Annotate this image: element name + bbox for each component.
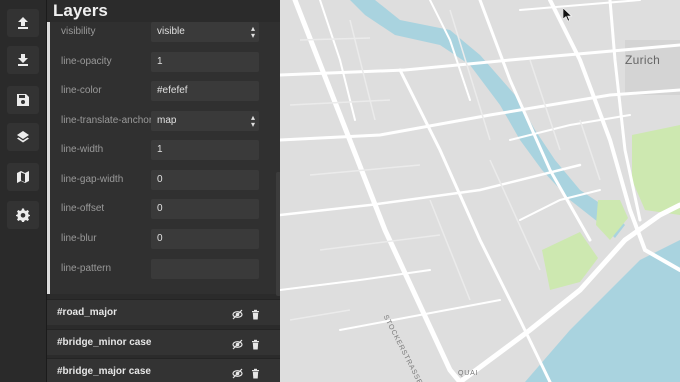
property-label: line-gap-width [61, 174, 124, 185]
settings-button[interactable] [7, 201, 39, 229]
property-label: line-translate-anchor [61, 115, 153, 126]
property-label: line-blur [61, 233, 97, 244]
street-label: QUAI [458, 370, 479, 377]
property-label: visibility [61, 26, 96, 37]
map-icon [17, 171, 29, 183]
layer-properties: visibility visible ▴ ▾ line-opacity 1 lin… [47, 22, 280, 296]
line-gap-width-input[interactable]: 0 [151, 170, 259, 190]
select-arrows-icon: ▴ ▾ [250, 24, 255, 40]
line-translate-anchor-select[interactable]: map ▴ ▾ [151, 111, 259, 131]
layer-item[interactable]: #bridge_major case [47, 358, 280, 382]
line-blur-input[interactable]: 0 [151, 229, 259, 249]
layer-name: #bridge_major case [57, 366, 151, 377]
toolbar [0, 0, 47, 382]
layer-name: #road_major [57, 307, 118, 318]
layer-item[interactable]: #road_major [47, 299, 280, 325]
property-visibility: visibility visible ▴ ▾ [50, 22, 276, 44]
property-line-translate-anchor: line-translate-anchor map ▴ ▾ [50, 111, 276, 133]
trash-icon[interactable] [250, 366, 261, 379]
layer-name: #bridge_minor case [57, 337, 152, 348]
layer-item[interactable]: #bridge_minor case [47, 329, 280, 355]
line-opacity-input[interactable]: 1 [151, 52, 259, 72]
download-icon [18, 54, 28, 66]
select-arrows-icon: ▴ ▾ [250, 113, 255, 129]
property-label: line-pattern [61, 263, 112, 274]
layers-panel: Layers visibility visible ▴ ▾ line-opacit… [47, 0, 280, 382]
gear-icon [16, 208, 30, 222]
select-value: visible [157, 26, 185, 37]
line-width-input[interactable]: 1 [151, 140, 259, 160]
save-button[interactable] [7, 86, 39, 114]
save-icon [17, 94, 29, 106]
property-line-color: line-color #efefef [50, 81, 276, 103]
city-label: Zurich [625, 53, 661, 67]
eye-slash-icon[interactable] [232, 307, 243, 320]
trash-icon[interactable] [250, 337, 261, 350]
visibility-select[interactable]: visible ▴ ▾ [151, 22, 259, 42]
property-line-gap-width: line-gap-width 0 [50, 170, 276, 192]
eye-slash-icon[interactable] [232, 366, 243, 379]
eye-slash-icon[interactable] [232, 337, 243, 350]
property-label: line-offset [61, 203, 105, 214]
property-line-blur: line-blur 0 [50, 229, 276, 251]
trash-icon[interactable] [250, 307, 261, 320]
upload-button[interactable] [7, 9, 39, 37]
layers-icon [17, 131, 29, 143]
upload-icon [18, 17, 28, 29]
property-line-pattern: line-pattern [50, 259, 276, 281]
line-offset-input[interactable]: 0 [151, 199, 259, 219]
layers-button[interactable] [7, 123, 39, 151]
line-pattern-input[interactable] [151, 259, 259, 279]
mouse-cursor-icon [563, 8, 573, 22]
line-color-input[interactable]: #efefef [151, 81, 259, 101]
property-line-offset: line-offset 0 [50, 199, 276, 221]
property-line-width: line-width 1 [50, 140, 276, 162]
map-features [280, 0, 680, 382]
map-canvas[interactable]: Zurich STOCKERSTRASSE QUAI [280, 0, 680, 382]
property-label: line-opacity [61, 56, 112, 67]
property-label: line-width [61, 144, 104, 155]
map-button[interactable] [7, 163, 39, 191]
select-value: map [157, 115, 177, 126]
download-button[interactable] [7, 46, 39, 74]
panel-title: Layers [53, 1, 108, 20]
property-label: line-color [61, 85, 102, 96]
property-line-opacity: line-opacity 1 [50, 52, 276, 74]
